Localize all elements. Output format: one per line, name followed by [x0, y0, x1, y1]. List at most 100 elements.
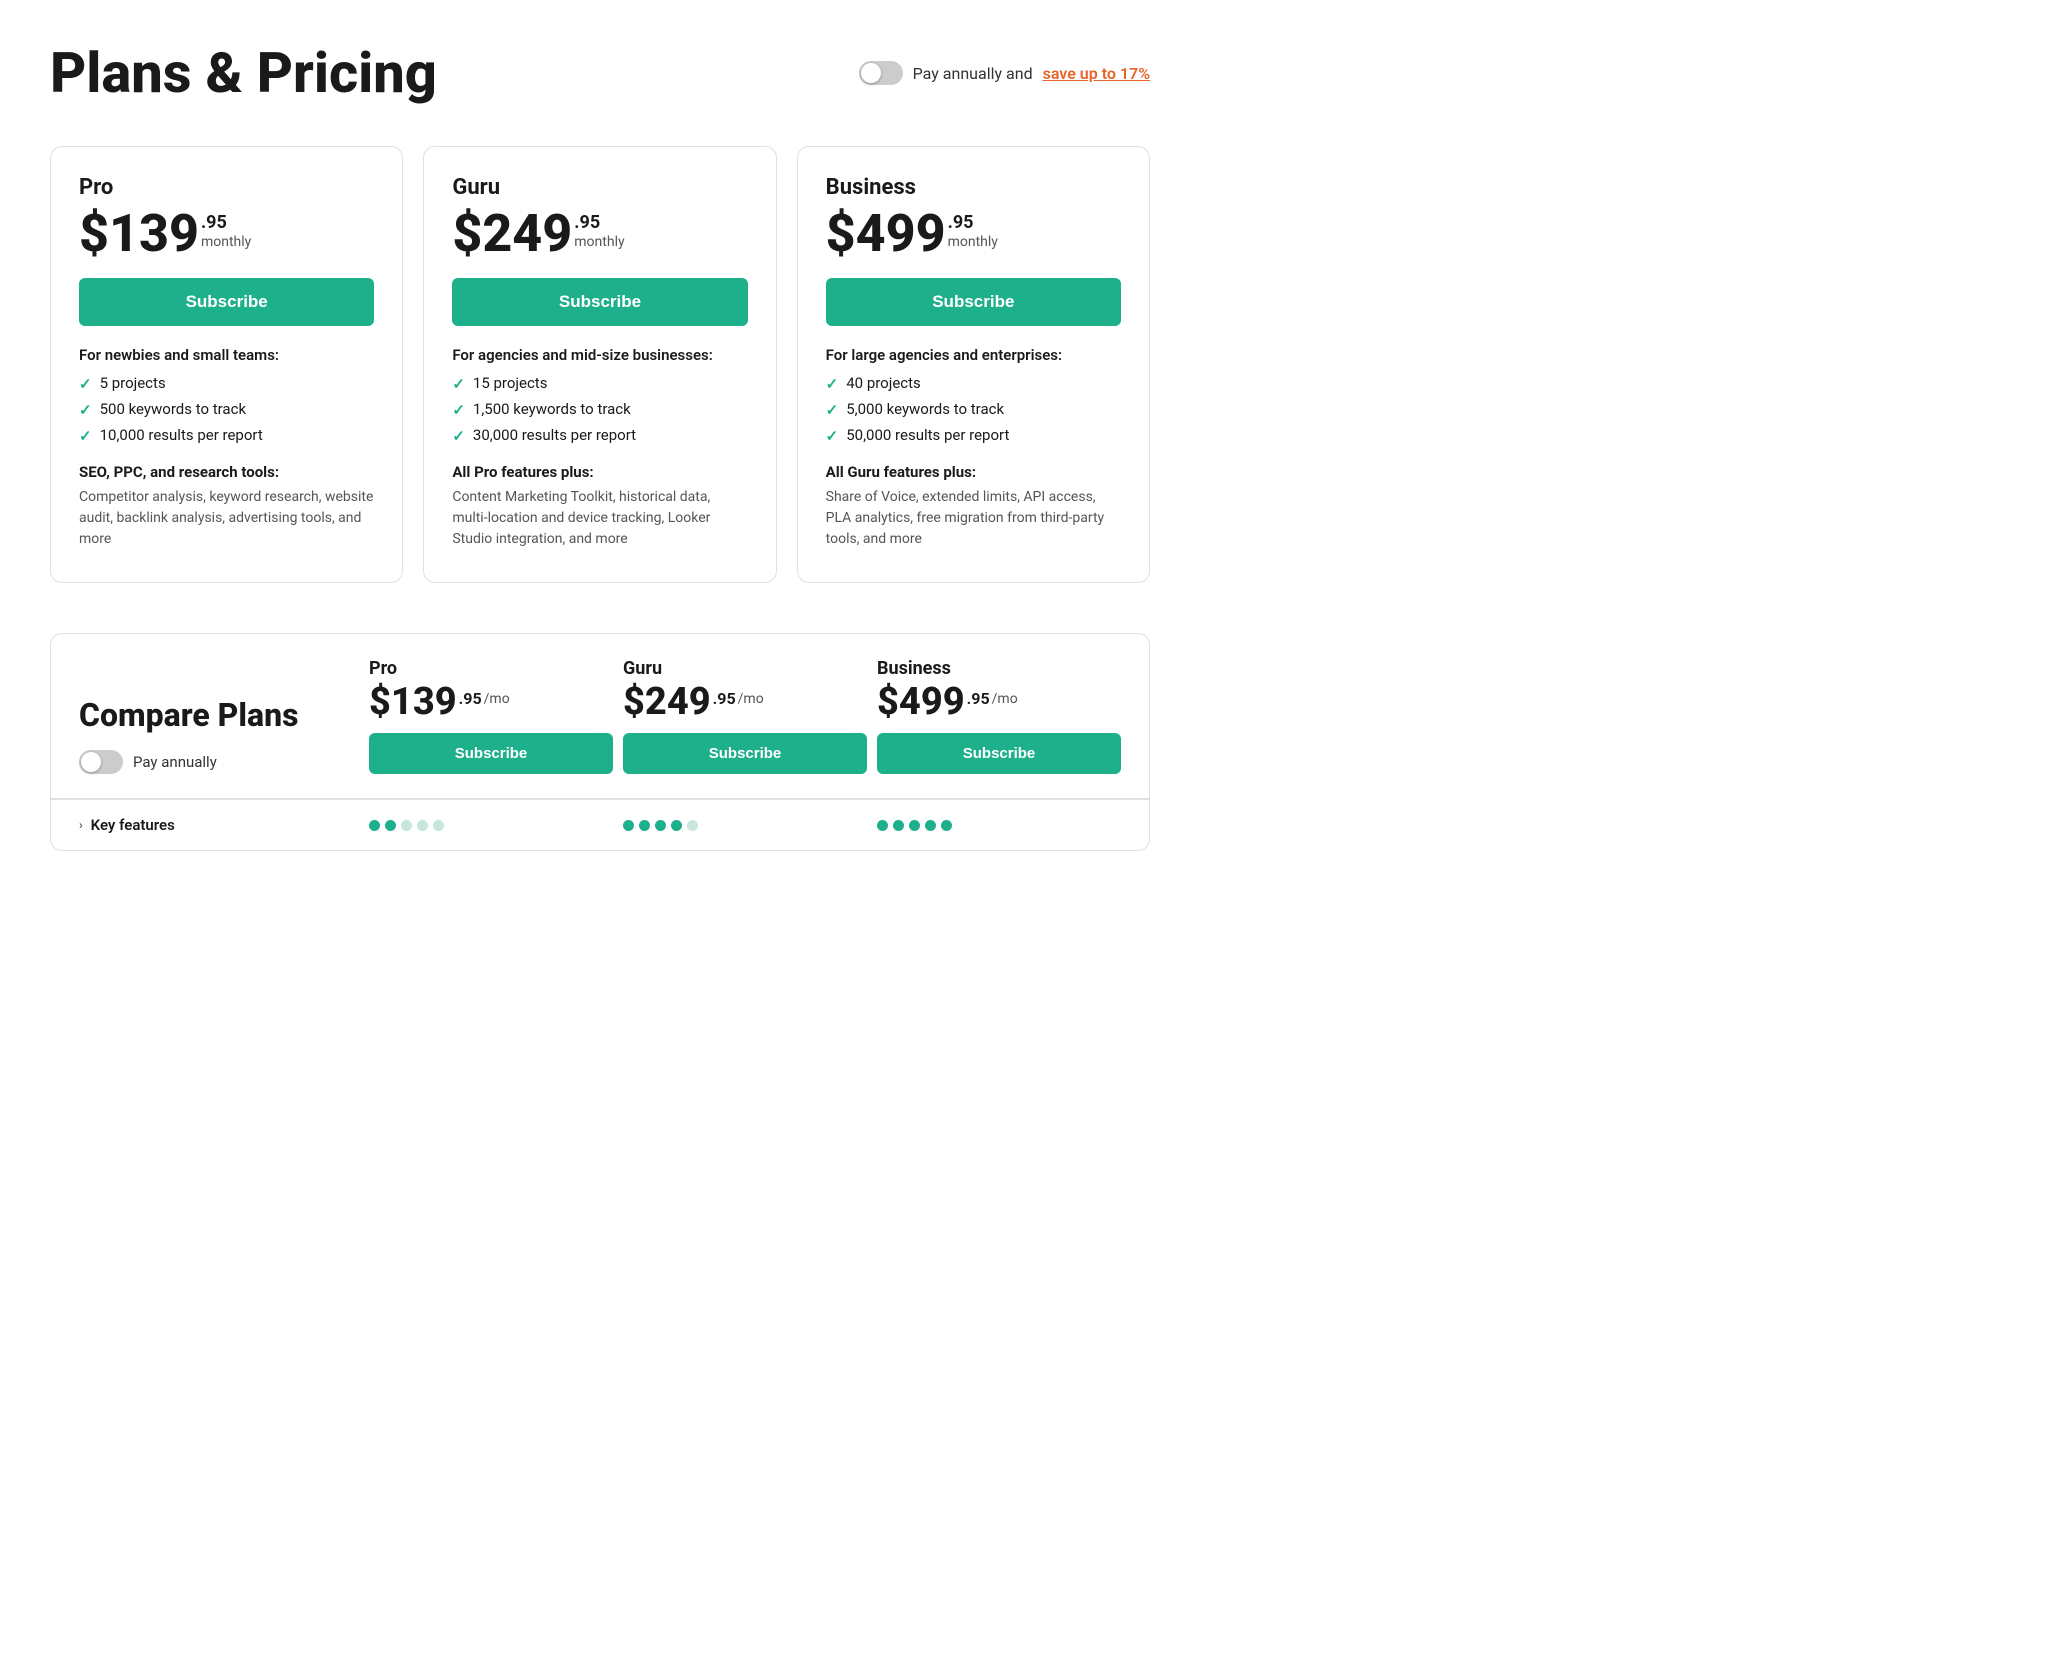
plan-price-main: $249 [452, 208, 572, 260]
dots-container-pro [369, 820, 613, 831]
subscribe-button-pro[interactable]: Subscribe [79, 278, 374, 326]
plan-price-period: monthly [948, 234, 998, 250]
compare-plan-name: Business [877, 658, 1121, 679]
plan-extras-title: SEO, PPC, and research tools: [79, 463, 374, 481]
compare-price-row: $249 .95 /mo [623, 683, 867, 721]
compare-subscribe-button-pro[interactable]: Subscribe [369, 733, 613, 774]
check-icon: ✓ [79, 375, 92, 393]
plans-grid: Pro $139 .95 monthly Subscribe For newbi… [50, 146, 1150, 583]
dot [623, 820, 634, 831]
billing-toggle[interactable] [859, 61, 903, 85]
feature-item: ✓ 15 projects [452, 374, 747, 393]
check-icon: ✓ [826, 375, 839, 393]
compare-subscribe-button-business[interactable]: Subscribe [877, 733, 1121, 774]
compare-billing-toggle[interactable] [79, 750, 123, 774]
plan-price-cents: .95 [201, 214, 251, 232]
plan-price-cents: .95 [948, 214, 998, 232]
feature-item: ✓ 5 projects [79, 374, 374, 393]
dot [639, 820, 650, 831]
key-features-label[interactable]: › Key features [79, 816, 359, 834]
compare-section: Compare Plans Pay annually Pro $139 .95 … [50, 633, 1150, 851]
page-header: Plans & Pricing Pay annually and save up… [50, 40, 1150, 106]
check-icon: ✓ [79, 427, 92, 445]
compare-price-main: $139 [369, 683, 457, 721]
plan-tagline: For large agencies and enterprises: [826, 346, 1121, 364]
compare-price-suffix: /mo [992, 683, 1018, 707]
subscribe-button-guru[interactable]: Subscribe [452, 278, 747, 326]
plan-price-main: $139 [79, 208, 199, 260]
compare-price-cents: .95 [967, 683, 990, 708]
plan-price-cents: .95 [574, 214, 624, 232]
compare-price-main: $499 [877, 683, 965, 721]
plan-extras-text: Content Marketing Toolkit, historical da… [452, 487, 747, 550]
feature-item: ✓ 40 projects [826, 374, 1121, 393]
compare-price-suffix: /mo [738, 683, 764, 707]
dot [941, 820, 952, 831]
dot [671, 820, 682, 831]
check-icon: ✓ [452, 375, 465, 393]
dot [893, 820, 904, 831]
plan-extras-title: All Guru features plus: [826, 463, 1121, 481]
compare-toggle-label: Pay annually [133, 753, 217, 771]
compare-price-cents: .95 [713, 683, 736, 708]
plan-extras-text: Share of Voice, extended limits, API acc… [826, 487, 1121, 550]
key-features-text: Key features [91, 816, 175, 834]
compare-plan-name: Guru [623, 658, 867, 679]
plan-tagline: For agencies and mid-size businesses: [452, 346, 747, 364]
dot [925, 820, 936, 831]
dot [369, 820, 380, 831]
plan-card-business: Business $499 .95 monthly Subscribe For … [797, 146, 1150, 583]
plan-price-period: monthly [201, 234, 251, 250]
compare-price-cents: .95 [459, 683, 482, 708]
dots-container-business [877, 820, 1121, 831]
compare-heading: Compare Plans [79, 696, 359, 734]
compare-header-row: Compare Plans Pay annually Pro $139 .95 … [51, 634, 1149, 799]
dot [401, 820, 412, 831]
plan-price-period: monthly [574, 234, 624, 250]
compare-features-row: › Key features [51, 799, 1149, 850]
plan-name: Business [826, 175, 1121, 200]
billing-toggle-label: Pay annually and [913, 64, 1033, 83]
plan-name: Pro [79, 175, 374, 200]
plan-price-main: $499 [826, 208, 946, 260]
compare-plan-name: Pro [369, 658, 613, 679]
subscribe-button-business[interactable]: Subscribe [826, 278, 1121, 326]
feature-item: ✓ 5,000 keywords to track [826, 400, 1121, 419]
compare-subscribe-button-guru[interactable]: Subscribe [623, 733, 867, 774]
compare-title-col: Compare Plans Pay annually [79, 696, 359, 774]
compare-price-row: $139 .95 /mo [369, 683, 613, 721]
plan-features-list: ✓ 15 projects ✓ 1,500 keywords to track … [452, 374, 747, 445]
save-text: save up to 17% [1043, 64, 1150, 83]
compare-price-suffix: /mo [484, 683, 510, 707]
check-icon: ✓ [826, 427, 839, 445]
compare-plan-col-business: Business $499 .95 /mo Subscribe [877, 658, 1121, 774]
page-title: Plans & Pricing [50, 40, 437, 106]
dot [385, 820, 396, 831]
feature-item: ✓ 50,000 results per report [826, 426, 1121, 445]
dots-container-guru [623, 820, 867, 831]
plan-card-guru: Guru $249 .95 monthly Subscribe For agen… [423, 146, 776, 583]
plan-features-list: ✓ 5 projects ✓ 500 keywords to track ✓ 1… [79, 374, 374, 445]
feature-item: ✓ 1,500 keywords to track [452, 400, 747, 419]
compare-plan-col-pro: Pro $139 .95 /mo Subscribe [369, 658, 613, 774]
plan-card-pro: Pro $139 .95 monthly Subscribe For newbi… [50, 146, 403, 583]
plan-tagline: For newbies and small teams: [79, 346, 374, 364]
check-icon: ✓ [452, 427, 465, 445]
check-icon: ✓ [826, 401, 839, 419]
dot [687, 820, 698, 831]
plan-extras-text: Competitor analysis, keyword research, w… [79, 487, 374, 550]
check-icon: ✓ [452, 401, 465, 419]
dot [655, 820, 666, 831]
dot [433, 820, 444, 831]
dot [909, 820, 920, 831]
compare-plan-col-guru: Guru $249 .95 /mo Subscribe [623, 658, 867, 774]
compare-price-main: $249 [623, 683, 711, 721]
feature-item: ✓ 500 keywords to track [79, 400, 374, 419]
feature-item: ✓ 10,000 results per report [79, 426, 374, 445]
plan-price-row: $249 .95 monthly [452, 208, 747, 260]
dot [417, 820, 428, 831]
plan-features-list: ✓ 40 projects ✓ 5,000 keywords to track … [826, 374, 1121, 445]
plan-name: Guru [452, 175, 747, 200]
feature-item: ✓ 30,000 results per report [452, 426, 747, 445]
compare-price-row: $499 .95 /mo [877, 683, 1121, 721]
